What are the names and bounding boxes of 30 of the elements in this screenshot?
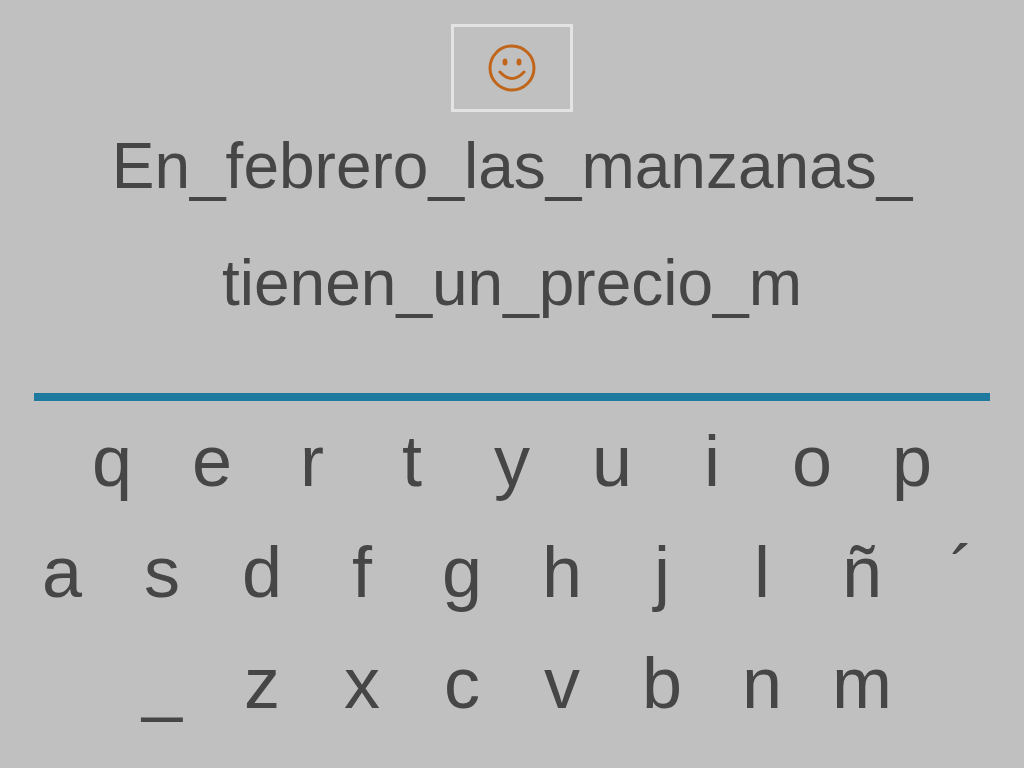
letter-key[interactable]: n — [712, 633, 812, 733]
letter-key[interactable]: l — [712, 522, 812, 622]
letter-key[interactable]: i — [662, 411, 762, 511]
letter-key[interactable]: f — [312, 522, 412, 622]
letter-key[interactable]: a — [12, 522, 112, 622]
letter-key[interactable]: ´ — [912, 522, 1012, 622]
letter-key[interactable]: u — [562, 411, 662, 511]
letter-key[interactable]: g — [412, 522, 512, 622]
letter-key[interactable]: m — [812, 633, 912, 733]
letter-key[interactable]: c — [412, 633, 512, 733]
letter-key[interactable]: q — [62, 411, 162, 511]
prompt-text: tienen_un_precio_m — [222, 246, 802, 321]
letter-key[interactable]: b — [612, 633, 712, 733]
letter-key[interactable]: x — [312, 633, 412, 733]
letter-key[interactable]: p — [862, 411, 962, 511]
letter-key[interactable]: e — [162, 411, 262, 511]
letter-key[interactable]: d — [212, 522, 312, 622]
letter-key[interactable]: r — [262, 411, 362, 511]
letter-key[interactable]: h — [512, 522, 612, 622]
smiley-icon — [487, 43, 537, 93]
letter-key[interactable]: _ — [112, 633, 212, 733]
letter-key[interactable]: v — [512, 633, 612, 733]
letter-key[interactable]: z — [212, 633, 312, 733]
letter-key[interactable]: s — [112, 522, 212, 622]
letter-key[interactable]: t — [362, 411, 462, 511]
letter-key[interactable]: j — [612, 522, 712, 622]
letter-key[interactable]: y — [462, 411, 562, 511]
letter-key[interactable]: ñ — [812, 522, 912, 622]
prompt-text: En_febrero_las_manzanas_ — [111, 129, 913, 204]
letter-key[interactable]: o — [762, 411, 862, 511]
